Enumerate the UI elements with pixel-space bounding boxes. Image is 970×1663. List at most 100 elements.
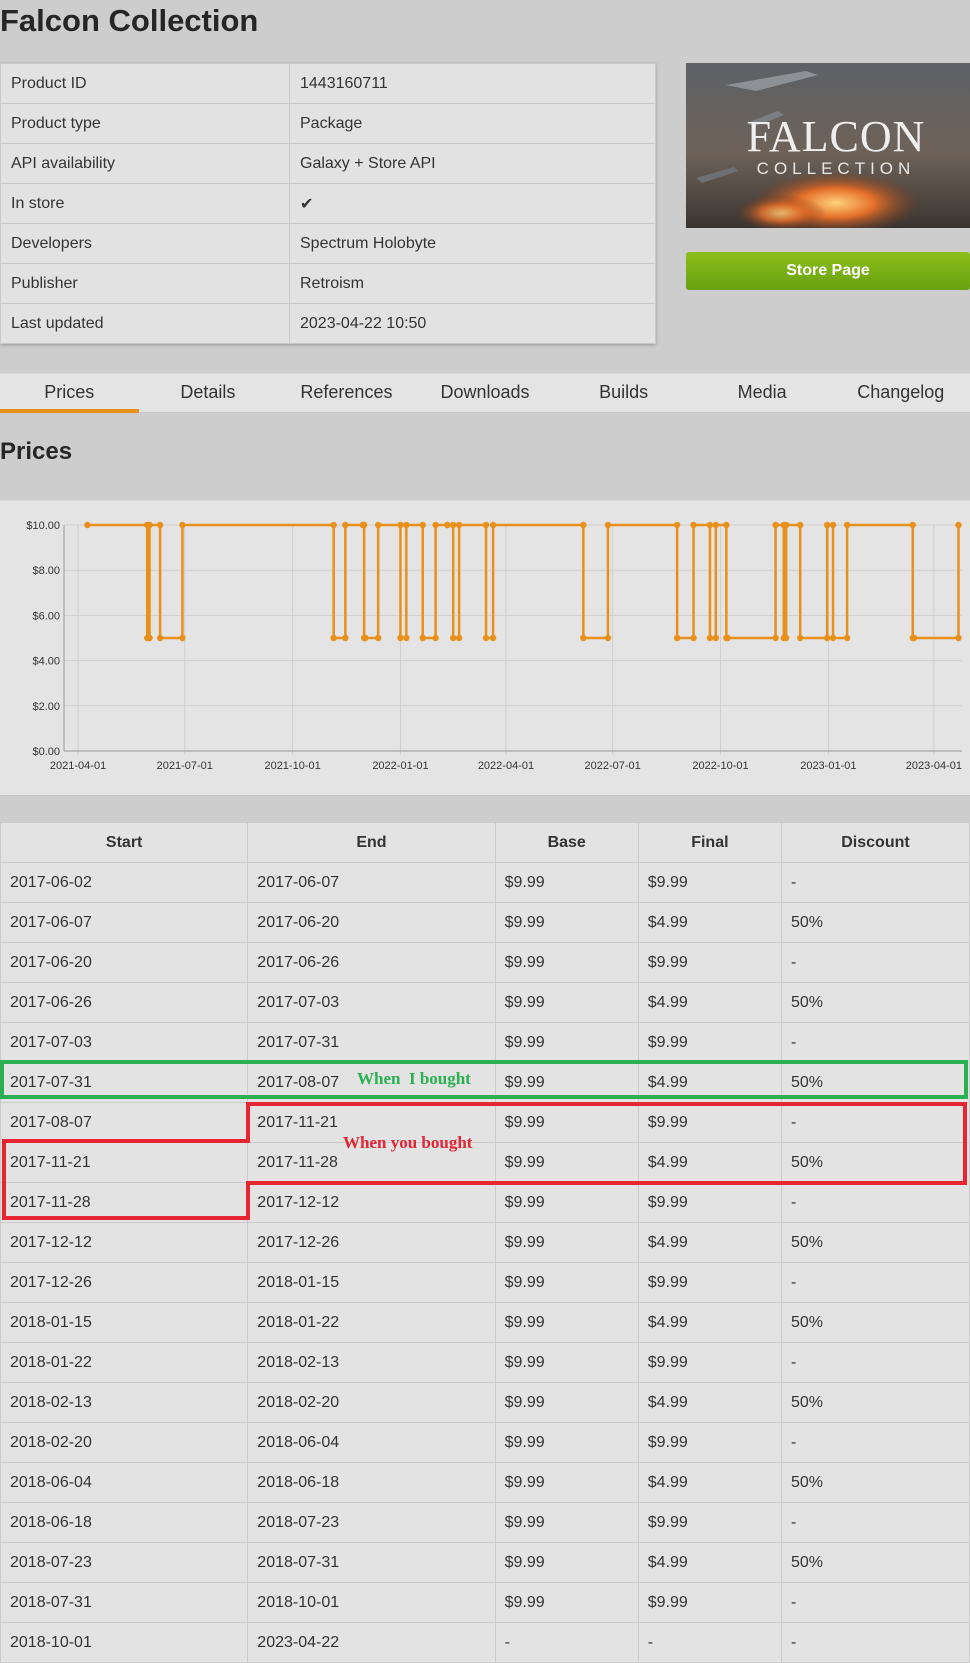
cell-discount: - [780,1422,970,1463]
cell-start: 2018-06-18 [0,1502,249,1543]
price-point [362,634,369,642]
price-point [179,521,186,529]
check-icon: ✔ [289,183,656,224]
cell-end: 2017-12-12 [247,1182,496,1223]
info-value: Galaxy + Store API [289,143,656,184]
column-header-end[interactable]: End [247,822,496,863]
cell-start: 2017-06-26 [0,982,249,1023]
price-point [797,521,804,529]
cell-discount: - [780,1022,970,1063]
cover-logo-subtitle: COLLECTION [757,159,916,178]
cell-end: 2017-07-31 [247,1022,496,1063]
column-header-start[interactable]: Start [0,822,249,863]
cell-discount: 50% [780,902,970,943]
table-row: 2018-02-20 2018-06-04 $9.99 $9.99- [0,1422,970,1463]
cell-end: 2018-07-31 [247,1542,496,1583]
price-point [712,634,720,642]
price-point [829,634,837,642]
cell-discount: 50% [780,1142,970,1183]
y-tick-label: $0.00 [32,746,60,758]
tab-changelog[interactable]: Changelog [831,374,970,412]
info-row: Last updated 2023-04-22 10:50 [0,303,656,344]
tab-downloads[interactable]: Downloads [416,374,555,412]
table-row: 2017-07-31 2017-08-07 $9.99 $4.99 50% [0,1062,970,1103]
y-tick-label: $8.00 [32,565,60,577]
cell-base: $9.99 [494,902,639,943]
cell-start: 2017-12-12 [0,1222,249,1263]
price-point [843,521,851,529]
price-point [690,521,697,529]
cell-base: $9.99 [494,1222,639,1263]
price-point [712,521,720,529]
cell-end: 2023-04-22 [247,1622,496,1663]
price-point [330,521,337,529]
table-row: 2018-01-22 2018-02-13 $9.99 $9.99- [0,1342,970,1383]
tab-builds[interactable]: Builds [554,374,693,412]
cell-end: 2018-07-23 [247,1502,496,1543]
cell-base: $9.99 [494,1502,639,1543]
section-title: Prices [0,438,73,465]
info-key: Last updated [0,303,290,344]
column-header-final[interactable]: Final [637,822,782,863]
cell-discount: - [780,1182,970,1223]
info-key: API availability [0,143,290,184]
cell-end: 2018-01-22 [247,1302,496,1343]
price-point [489,634,497,642]
info-row: In store ✔ [0,183,656,224]
column-header-discount[interactable]: Discount [780,822,970,863]
tab-references[interactable]: References [277,374,416,412]
cell-base: $9.99 [494,1302,639,1343]
cell-base: $9.99 [494,1102,639,1143]
cell-start: 2017-12-26 [0,1262,249,1303]
cell-final: $4.99 [637,1302,782,1343]
price-point [444,521,451,529]
x-tick-label: 2023-01-01 [800,760,856,772]
x-tick-label: 2022-07-01 [585,760,641,772]
price-point [797,634,804,642]
column-header-base[interactable]: Base [494,822,639,863]
price-point [450,521,457,529]
cell-final: $4.99 [637,982,782,1023]
cell-base: $9.99 [494,1262,639,1303]
price-point [782,634,790,642]
table-row: 2017-07-03 2017-07-31 $9.99 $9.99- [0,1022,970,1063]
table-row: 2018-07-31 2018-10-01 $9.99 $9.99- [0,1582,970,1623]
info-value: Spectrum Holobyte [289,223,656,264]
store-page-button[interactable]: Store Page [686,252,970,290]
cell-final: - [637,1622,782,1663]
cell-final: $9.99 [637,1422,782,1463]
tab-prices[interactable]: Prices [0,374,139,413]
price-point [403,521,410,529]
cell-final: $4.99 [637,1462,782,1503]
x-tick-label: 2022-01-01 [372,760,428,772]
cell-start: 2018-06-04 [0,1462,249,1503]
cell-base: $9.99 [494,1542,639,1583]
price-point [84,521,91,529]
cell-end: 2017-06-20 [247,902,496,943]
tab-details[interactable]: Details [139,374,278,412]
cell-base: - [494,1622,639,1663]
price-point [156,521,164,529]
x-tick-label: 2021-04-01 [50,760,106,772]
info-value: 1443160711 [289,63,656,104]
cell-base: $9.99 [494,1022,639,1063]
price-point [419,521,426,529]
price-point [909,521,916,529]
cell-discount: - [780,1582,970,1623]
cell-end: 2018-06-04 [247,1422,496,1463]
price-point [419,634,426,642]
cell-final: $9.99 [637,1582,782,1623]
tab-media[interactable]: Media [693,374,832,412]
price-point [179,634,186,642]
info-value: 2023-04-22 10:50 [289,303,656,344]
price-point [146,634,153,642]
table-row: 2017-06-20 2017-06-26 $9.99 $9.99- [0,942,970,983]
price-point [604,521,612,529]
cell-final: $9.99 [637,862,782,903]
y-tick-label: $4.00 [32,656,60,668]
price-point [489,521,497,529]
table-row: 2017-06-26 2017-07-03 $9.99 $4.99 50% [0,982,970,1023]
price-series-line [87,523,960,640]
price-point [706,634,714,642]
price-point [146,521,153,529]
